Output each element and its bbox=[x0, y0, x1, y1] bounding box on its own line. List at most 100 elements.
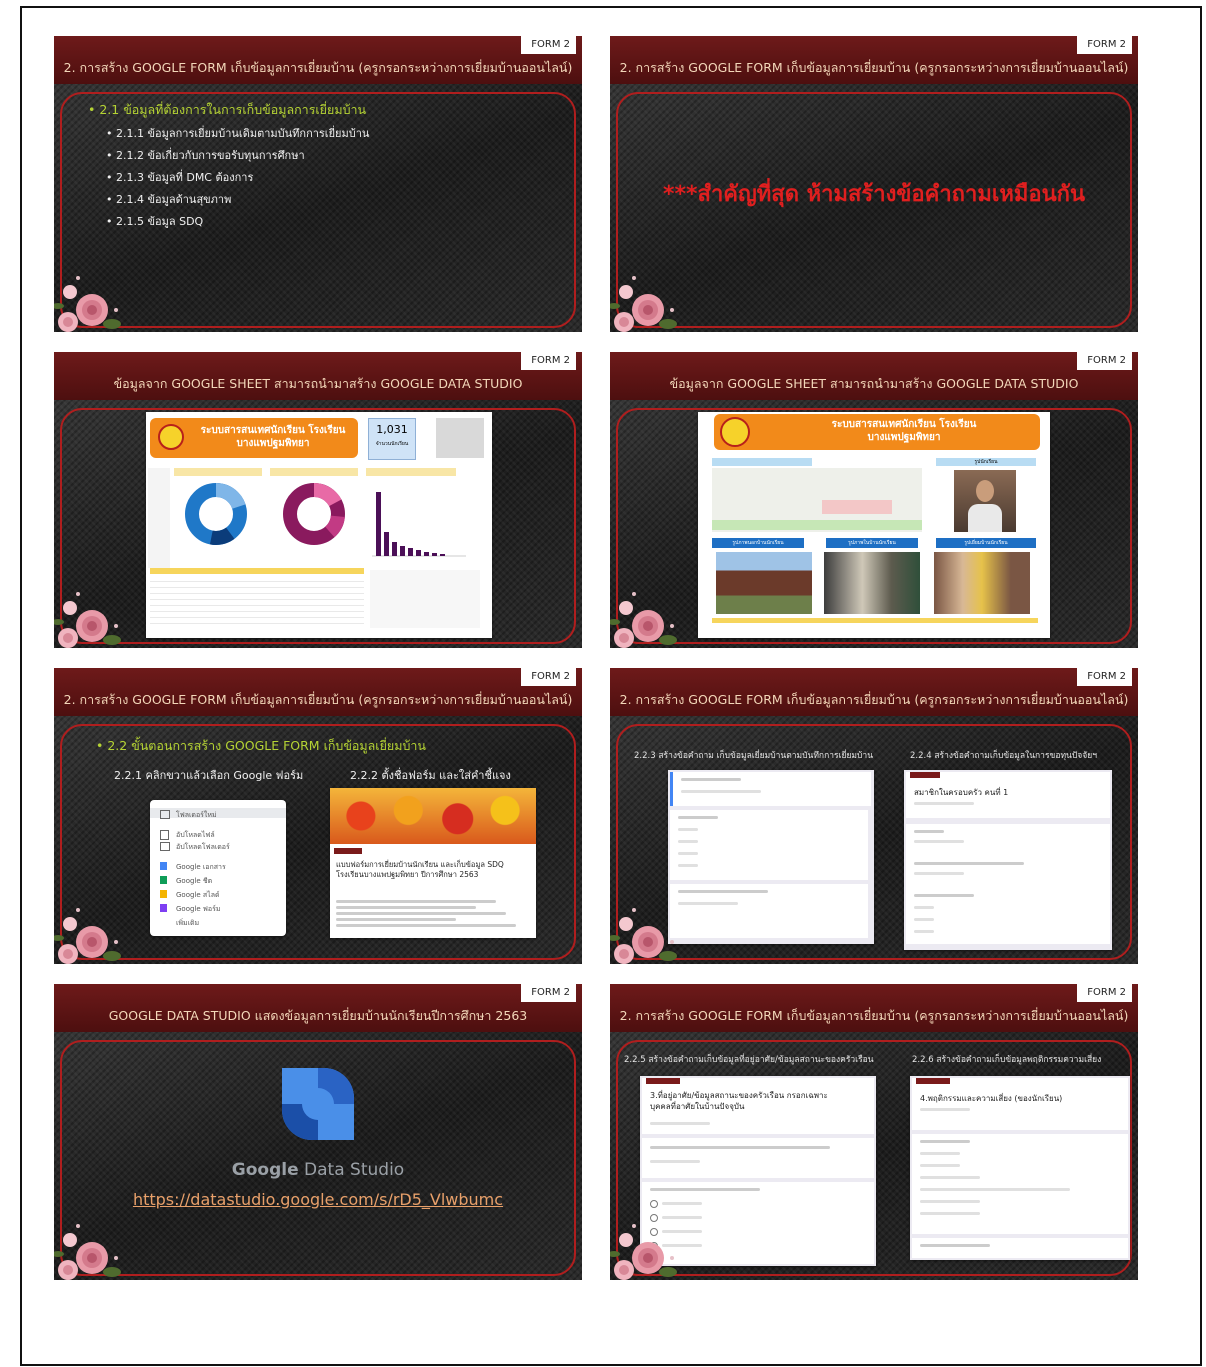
description-line bbox=[650, 1122, 710, 1125]
inside-photo-button[interactable]: รูปภาพในบ้านนักเรียน bbox=[826, 538, 918, 548]
option-line bbox=[920, 1152, 960, 1155]
menu-item[interactable]: Google ฟอร์ม bbox=[176, 904, 220, 915]
question-title bbox=[681, 778, 741, 781]
docs-icon bbox=[160, 862, 167, 870]
question-title bbox=[920, 1140, 970, 1143]
menu-item[interactable]: Google เอกสาร bbox=[176, 862, 226, 873]
slide-7: GOOGLE DATA STUDIO แสดงข้อมูลการเยี่ยมบ้… bbox=[54, 984, 582, 1280]
slide-4: ข้อมูลจาก GOOGLE SHEET สามารถนำมาสร้าง G… bbox=[610, 352, 1138, 648]
question-card bbox=[670, 810, 868, 880]
description-line bbox=[336, 906, 476, 909]
radio-option[interactable] bbox=[650, 1200, 658, 1208]
option-line bbox=[914, 918, 934, 921]
question-card bbox=[906, 824, 1110, 944]
data-studio-link[interactable]: https://datastudio.google.com/s/rD5_Vlwb… bbox=[54, 1190, 582, 1209]
person-icon bbox=[976, 480, 994, 502]
bar-chart bbox=[372, 492, 466, 557]
section-card: 4.พฤติกรรมและความเสี่ยง (ของนักเรียน) bbox=[912, 1078, 1128, 1130]
form-tag: FORM 2 bbox=[521, 352, 576, 370]
slide-title: ข้อมูลจาก GOOGLE SHEET สามารถนำมาสร้าง G… bbox=[669, 376, 1079, 391]
outside-photo-button[interactable]: รูปภาพนอกบ้านนักเรียน bbox=[712, 538, 804, 548]
menu-item[interactable]: อัปโหลดโฟลเดอร์ bbox=[176, 842, 230, 853]
slide-6: 2. การสร้าง GOOGLE FORM เก็บข้อมูลการเยี… bbox=[610, 668, 1138, 964]
student-photo bbox=[954, 470, 1016, 532]
student-dropdown[interactable] bbox=[712, 458, 812, 466]
rose-decoration bbox=[610, 908, 677, 964]
slide-2: 2. การสร้าง GOOGLE FORM เก็บข้อมูลการเยี… bbox=[610, 36, 1138, 332]
option-line bbox=[914, 930, 934, 933]
form-tag: FORM 2 bbox=[1077, 984, 1132, 1002]
rose-decoration bbox=[610, 592, 677, 648]
slide-header: 2. การสร้าง GOOGLE FORM เก็บข้อมูลการเยี… bbox=[610, 36, 1138, 84]
forms-icon bbox=[160, 904, 167, 912]
bullet-item: • 2.1.2 ข้อเกี่ยวกับการขอรับทุนการศึกษา bbox=[106, 149, 305, 162]
slide-header: ข้อมูลจาก GOOGLE SHEET สามารถนำมาสร้าง G… bbox=[610, 352, 1138, 400]
option-line bbox=[678, 828, 698, 831]
banner-title: ระบบสารสนเทศนักเรียน โรงเรียนบางแพปฐมพิท… bbox=[831, 419, 977, 443]
answer-line bbox=[678, 902, 738, 905]
slide-header: 2. การสร้าง GOOGLE FORM เก็บข้อมูลการเยี… bbox=[54, 668, 582, 716]
bullet-item: • 2.1.5 ข้อมูล SDQ bbox=[106, 215, 204, 228]
map-widget bbox=[712, 468, 922, 532]
section-tag bbox=[646, 1078, 680, 1084]
form-tag: FORM 2 bbox=[1077, 352, 1132, 370]
section-tag bbox=[334, 848, 362, 854]
option-line bbox=[662, 1202, 702, 1205]
slide-header: ข้อมูลจาก GOOGLE SHEET สามารถนำมาสร้าง G… bbox=[54, 352, 582, 400]
warning-text: ***สำคัญที่สุด ห้ามสร้างข้อคำถามเหมือนกั… bbox=[663, 182, 1085, 207]
option-line bbox=[678, 852, 698, 855]
menu-item[interactable]: Google ชีต bbox=[176, 876, 212, 887]
slide-1: 2. การสร้าง GOOGLE FORM เก็บข้อมูลการเยี… bbox=[54, 36, 582, 332]
form-questions-preview bbox=[668, 770, 874, 944]
menu-item[interactable]: Google สไลด์ bbox=[176, 890, 220, 901]
option-line bbox=[920, 1212, 980, 1215]
slide-title: 2. การสร้าง GOOGLE FORM เก็บข้อมูลการเยี… bbox=[63, 692, 573, 707]
risk-behavior-form-preview: 4.พฤติกรรมและความเสี่ยง (ของนักเรียน) bbox=[910, 1076, 1130, 1260]
menu-item[interactable]: โฟลเดอร์ใหม่ bbox=[176, 810, 217, 821]
bullet-heading: • 2.1 ข้อมูลที่ต้องการในการเก็บข้อมูลการ… bbox=[88, 102, 367, 117]
rose-decoration bbox=[54, 592, 121, 648]
info-table bbox=[712, 618, 1038, 630]
sheets-icon bbox=[160, 876, 167, 884]
rose-decoration bbox=[54, 908, 121, 964]
bullet-item: • 2.1.1 ข้อมูลการเยี่ยมบ้านเดิมตามบันทึก… bbox=[106, 127, 370, 140]
description-line bbox=[336, 912, 506, 915]
table-header bbox=[150, 568, 364, 574]
form-title: แบบฟอร์มการเยี่ยมบ้านนักเรียน และเก็บข้อ… bbox=[336, 860, 504, 879]
question-card bbox=[670, 772, 871, 806]
banner-title: ระบบสารสนเทศนักเรียน โรงเรียนบางแพปฐมพิท… bbox=[200, 425, 346, 449]
section-tag bbox=[910, 772, 940, 778]
photo-label: รูปนักเรียน bbox=[936, 458, 1036, 466]
menu-item[interactable]: เพิ่มเติม bbox=[176, 918, 199, 929]
chart-header-bar bbox=[174, 468, 262, 476]
rose-decoration bbox=[54, 276, 121, 332]
answer-line bbox=[681, 790, 761, 793]
rose-decoration bbox=[610, 276, 677, 332]
chart-header-bar bbox=[366, 468, 456, 476]
donut-chart-purple bbox=[283, 483, 345, 545]
bullet-item: • 2.1.4 ข้อมูลด้านสุขภาพ bbox=[106, 193, 232, 206]
section-title: สมาชิกในครอบครัว คนที่ 1 bbox=[914, 788, 1009, 797]
option-line bbox=[920, 1200, 980, 1203]
visit-photo-button[interactable]: รูปเยี่ยมบ้านนักเรียน bbox=[936, 538, 1036, 548]
donut-chart-blue bbox=[185, 483, 247, 545]
drive-context-menu: โฟลเดอร์ใหม่ อัปโหลดไฟล์ อัปโหลดโฟลเดอร์… bbox=[150, 800, 286, 936]
answer-line bbox=[650, 1160, 700, 1163]
description-line bbox=[920, 1108, 970, 1111]
option-line bbox=[920, 1176, 980, 1179]
kpi-label: จำนวนนักเรียน bbox=[375, 441, 409, 447]
option-line bbox=[914, 906, 934, 909]
section-tag bbox=[916, 1078, 950, 1084]
dashboard-screenshot: ระบบสารสนเทศนักเรียน โรงเรียนบางแพปฐมพิท… bbox=[146, 412, 492, 638]
menu-item[interactable]: อัปโหลดไฟล์ bbox=[176, 830, 215, 841]
family-member-preview: สมาชิกในครอบครัว คนที่ 1 bbox=[904, 770, 1112, 950]
step-label: 2.2.2 ตั้งชื่อฟอร์ม และใส่คำชี้แจง bbox=[350, 769, 511, 782]
form-tag: FORM 2 bbox=[521, 984, 576, 1002]
kpi-value: 1,031 bbox=[376, 423, 408, 436]
slide-8: 2. การสร้าง GOOGLE FORM เก็บข้อมูลการเยี… bbox=[610, 984, 1138, 1280]
map-label bbox=[712, 520, 922, 530]
person-body bbox=[968, 504, 1002, 532]
option-line bbox=[678, 864, 698, 867]
form-tag: FORM 2 bbox=[1077, 36, 1132, 54]
question-card bbox=[912, 1238, 1128, 1258]
